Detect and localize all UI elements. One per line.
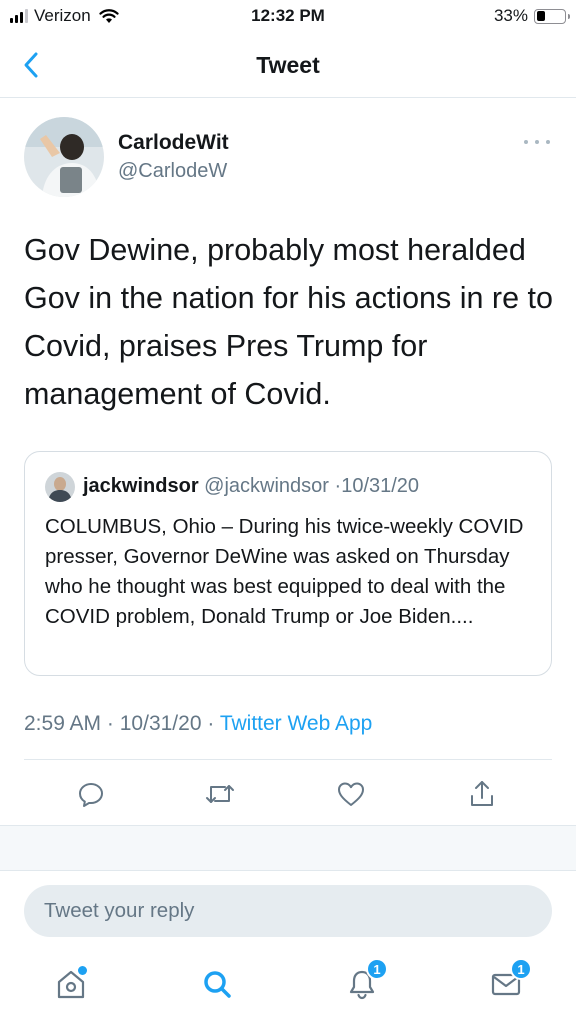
quoted-tweet-text: COLUMBUS, Ohio – During his twice-weekly…	[45, 515, 524, 628]
divider	[24, 759, 552, 760]
battery-percent: 33%	[493, 6, 528, 25]
like-icon[interactable]	[333, 776, 369, 812]
tweet-actions	[0, 770, 576, 818]
tweet-date: 10/31/20	[119, 712, 202, 735]
status-bar: Verizon 12:32 PM 33%	[0, 0, 576, 34]
reply-icon[interactable]	[73, 776, 109, 812]
notifications-badge: 1	[366, 958, 388, 980]
page-title: Tweet	[256, 52, 320, 78]
status-right: 33%	[493, 6, 570, 26]
quoted-author-avatar	[45, 472, 75, 502]
section-spacer	[0, 825, 576, 871]
author-name[interactable]: CarlodeWit	[118, 131, 229, 155]
tweet-source-link[interactable]: Twitter Web App	[220, 712, 373, 735]
meta-separator: ·	[207, 712, 215, 735]
nav-header: Tweet	[0, 34, 576, 98]
retweet-icon[interactable]	[202, 776, 238, 812]
tab-bar: 1 1	[0, 950, 576, 1024]
quoted-author-handle: @jackwindsor	[204, 475, 329, 497]
tab-home[interactable]	[51, 964, 91, 1004]
more-options-icon[interactable]	[524, 132, 550, 152]
tweet-time: 2:59 AM	[24, 712, 102, 735]
tab-notifications[interactable]: 1	[342, 958, 388, 1004]
tweet-meta: 2:59 AM · 10/31/20 · Twitter Web App	[24, 712, 372, 736]
tab-messages[interactable]: 1	[486, 958, 532, 1004]
tweet-text: Gov Dewine, probably most heralded Gov i…	[24, 233, 553, 411]
battery-icon	[534, 8, 570, 24]
messages-badge: 1	[510, 958, 532, 980]
quoted-tweet-header: jackwindsor @jackwindsor ·10/31/20	[83, 475, 419, 498]
author-avatar[interactable]	[24, 117, 104, 197]
quoted-author-name: jackwindsor	[83, 475, 199, 497]
reply-input[interactable]: Tweet your reply	[24, 885, 552, 937]
search-icon	[204, 971, 231, 998]
author-handle[interactable]: @CarlodeW	[118, 160, 227, 183]
share-icon[interactable]	[464, 776, 500, 812]
status-time: 12:32 PM	[251, 6, 325, 25]
quoted-tweet-card[interactable]: jackwindsor @jackwindsor ·10/31/20 COLUM…	[24, 451, 552, 676]
home-new-dot	[78, 966, 87, 975]
reply-placeholder: Tweet your reply	[44, 899, 195, 922]
tab-search[interactable]	[197, 964, 237, 1004]
quoted-date: 10/31/20	[341, 475, 420, 497]
meta-separator: ·	[106, 712, 114, 735]
